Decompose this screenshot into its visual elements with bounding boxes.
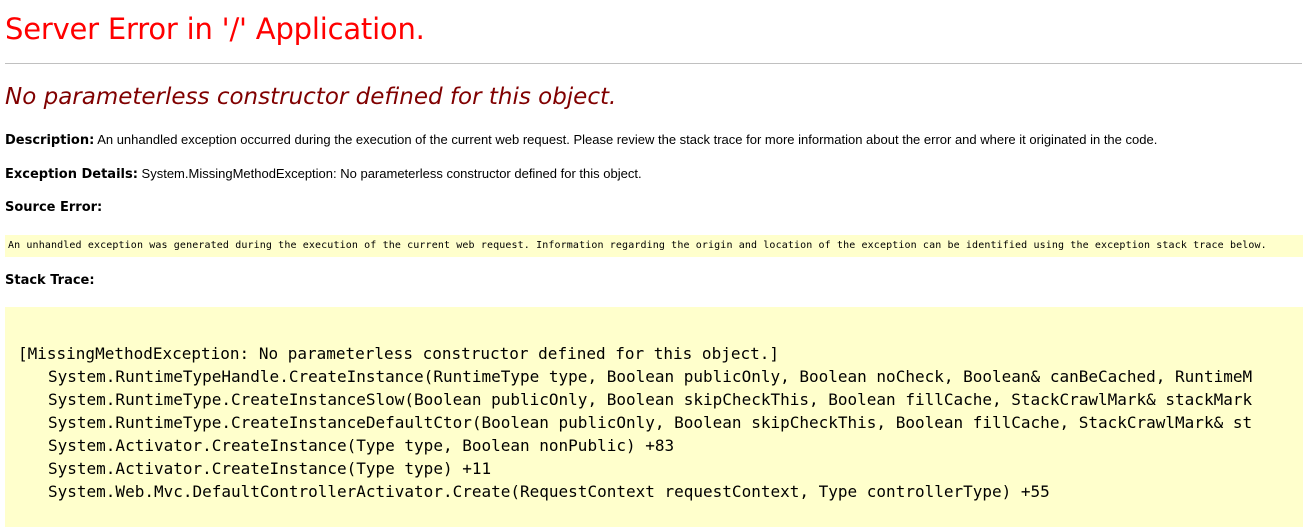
source-error-text: An unhandled exception was generated dur… xyxy=(8,240,1267,251)
stack-trace-heading: Stack Trace: xyxy=(5,273,95,288)
stack-trace-box[interactable]: [MissingMethodException: No parameterles… xyxy=(5,307,1303,527)
divider xyxy=(5,63,1302,64)
stack-trace-line: System.Web.Mvc.DefaultControllerActivato… xyxy=(48,482,1050,501)
exception-details: Exception Details: System.MissingMethodE… xyxy=(5,166,642,182)
stack-trace-line: System.RuntimeType.CreateInstanceDefault… xyxy=(48,413,1253,432)
stack-trace-line: System.Activator.CreateInstance(Type typ… xyxy=(48,436,675,455)
error-page: Server Error in '/' Application. No para… xyxy=(0,0,1303,527)
error-message: No parameterless constructor defined for… xyxy=(5,84,617,110)
exception-details-label: Exception Details: xyxy=(5,167,138,182)
source-error-box: An unhandled exception was generated dur… xyxy=(5,235,1303,257)
stack-trace-line: System.RuntimeTypeHandle.CreateInstance(… xyxy=(48,367,1253,386)
description-text: An unhandled exception occurred during t… xyxy=(97,132,1158,147)
stack-trace-line: [MissingMethodException: No parameterles… xyxy=(18,344,779,363)
page-title: Server Error in '/' Application. xyxy=(5,12,425,46)
source-error-heading: Source Error: xyxy=(5,200,103,215)
stack-trace-line: System.Activator.CreateInstance(Type typ… xyxy=(48,459,492,478)
exception-details-text: System.MissingMethodException: No parame… xyxy=(141,166,642,181)
stack-trace-line: System.RuntimeType.CreateInstanceSlow(Bo… xyxy=(48,390,1253,409)
description-label: Description: xyxy=(5,133,95,148)
stack-trace-text: [MissingMethodException: No parameterles… xyxy=(18,342,1252,503)
description: Description: An unhandled exception occu… xyxy=(5,132,1157,148)
